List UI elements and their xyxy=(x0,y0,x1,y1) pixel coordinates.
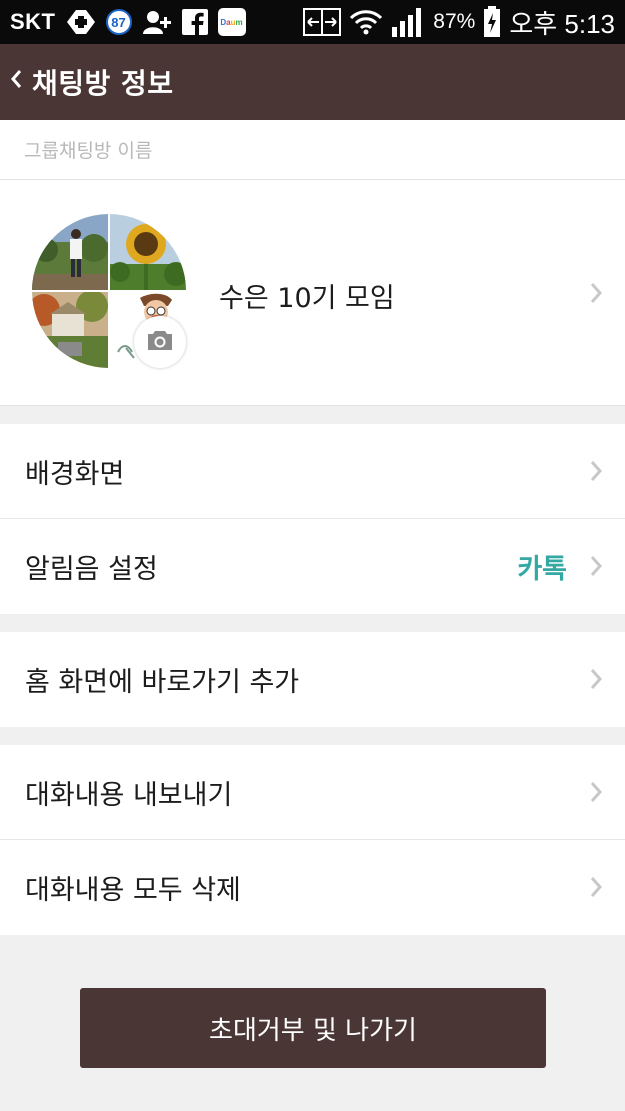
avatar-photo-sunflower xyxy=(110,214,186,290)
avatar-photo-garden xyxy=(32,292,108,368)
section-label-group-name: 그룹채팅방 이름 xyxy=(0,120,625,180)
chevron-right-icon xyxy=(589,282,603,304)
camera-icon xyxy=(146,329,174,355)
clock: 오후 5:13 xyxy=(509,8,615,39)
menu-group-settings: 배경화면 알림음 설정 카톡 xyxy=(0,424,625,614)
menu-item-label: 알림음 설정 xyxy=(25,554,158,585)
daum-app-icon: Daum xyxy=(217,8,246,36)
notification-badge-icon: 87 xyxy=(105,9,132,35)
chevron-right-icon xyxy=(589,876,603,898)
chevron-right-icon xyxy=(589,555,603,577)
chevron-right-icon xyxy=(589,460,603,482)
page-title: 채팅방 정보 xyxy=(32,67,174,100)
carrier-label: SKT xyxy=(10,9,56,34)
wifi-icon xyxy=(349,9,383,35)
menu-item-background[interactable]: 배경화면 xyxy=(0,424,625,519)
chevron-left-icon xyxy=(10,69,22,95)
add-friend-icon xyxy=(142,9,172,35)
facebook-icon xyxy=(181,9,208,35)
menu-item-label: 배경화면 xyxy=(25,458,125,490)
app-header: 채팅방 정보 xyxy=(0,44,625,120)
group-name: 수은 10기 모임 xyxy=(219,283,395,314)
menu-item-notification-sound[interactable]: 알림음 설정 카톡 xyxy=(0,519,625,614)
battery-percent: 87% xyxy=(433,10,476,33)
change-photo-button[interactable] xyxy=(134,316,186,368)
menu-item-home-shortcut[interactable]: 홈 화면에 바로가기 추가 xyxy=(0,632,625,727)
chevron-right-icon xyxy=(589,668,603,690)
avatar-photo-person xyxy=(32,214,108,290)
battery-charging-icon xyxy=(483,6,501,38)
signal-icon xyxy=(391,7,425,37)
menu-item-delete-chat[interactable]: 대화내용 모두 삭제 xyxy=(0,840,625,935)
chevron-right-icon xyxy=(589,781,603,803)
menu-group-chat-data: 대화내용 내보내기 대화내용 모두 삭제 xyxy=(0,745,625,935)
menu-item-export-chat[interactable]: 대화내용 내보내기 xyxy=(0,745,625,840)
notification-sound-value: 카톡 xyxy=(517,554,567,585)
menu-item-label: 홈 화면에 바로가기 추가 xyxy=(25,667,300,698)
menu-group-shortcut: 홈 화면에 바로가기 추가 xyxy=(0,632,625,727)
decline-and-leave-button[interactable]: 초대거부 및 나가기 xyxy=(80,988,546,1068)
data-transfer-icon xyxy=(303,8,342,36)
status-bar: SKT 87 Daum 87% 오후 5:13 xyxy=(0,0,625,44)
group-profile-row[interactable]: 수은 10기 모임 xyxy=(0,180,625,406)
menu-item-label: 대화내용 모두 삭제 xyxy=(25,875,241,906)
back-button[interactable]: 채팅방 정보 xyxy=(10,62,174,102)
medical-cross-icon xyxy=(66,9,96,35)
menu-item-label: 대화내용 내보내기 xyxy=(25,779,233,811)
